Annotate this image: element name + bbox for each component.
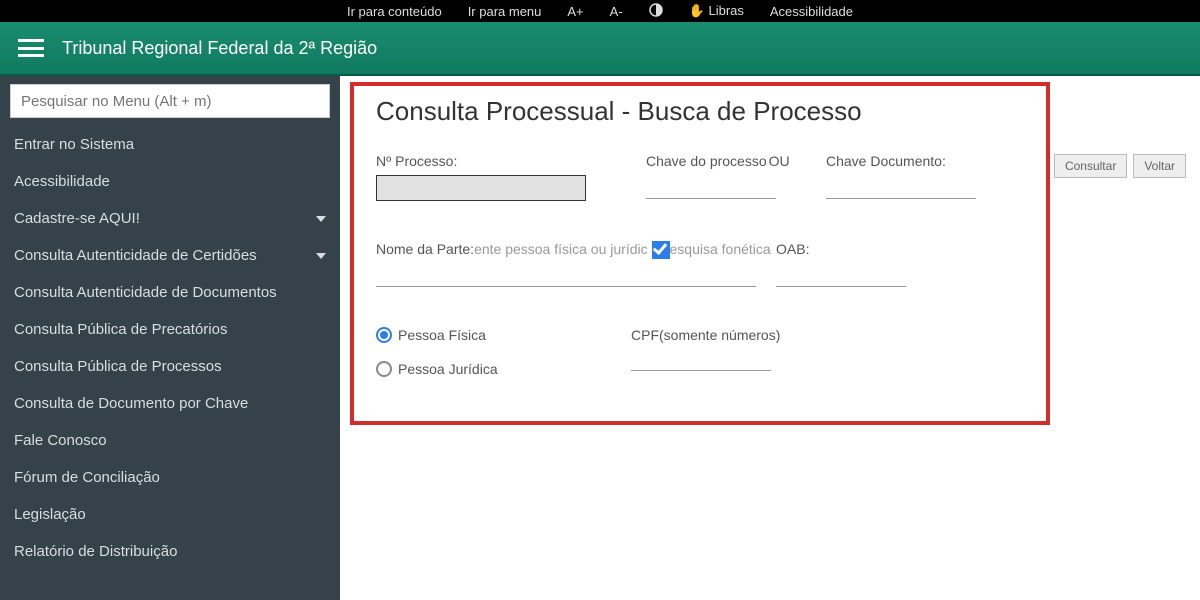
sidebar-item-label: Consulta Autenticidade de Documentos xyxy=(14,284,277,301)
pessoa-fisica-label: Pessoa Física xyxy=(398,327,486,343)
sidebar-item-label: Cadastre-se AQUI! xyxy=(14,210,140,227)
sidebar-item-label: Entrar no Sistema xyxy=(14,136,134,153)
sidebar-item-label: Relatório de Distribuição xyxy=(14,543,177,560)
voltar-button[interactable]: Voltar xyxy=(1133,154,1186,178)
pesquisa-fonetica-checkbox[interactable] xyxy=(652,241,670,259)
sidebar-item-precatorios[interactable]: Consulta Pública de Precatórios xyxy=(0,311,340,348)
sidebar-item-doc-chave[interactable]: Consulta de Documento por Chave xyxy=(0,385,340,422)
sidebar-item-fale-conosco[interactable]: Fale Conosco xyxy=(0,422,340,459)
sidebar-item-label: Fórum de Conciliação xyxy=(14,469,160,486)
chave-processo-input[interactable] xyxy=(646,175,776,199)
contrast-icon[interactable] xyxy=(649,3,663,20)
sidebar-item-entrar[interactable]: Entrar no Sistema xyxy=(0,126,340,163)
sidebar-item-relatorio[interactable]: Relatório de Distribuição xyxy=(0,533,340,570)
sidebar-item-cert-autent[interactable]: Consulta Autenticidade de Certidões xyxy=(0,237,340,274)
site-header: Tribunal Regional Federal da 2ª Região xyxy=(0,22,1200,76)
sidebar-item-label: Consulta Autenticidade de Certidões xyxy=(14,247,257,264)
font-increase-button[interactable]: A+ xyxy=(567,4,583,19)
pessoa-juridica-label: Pessoa Jurídica xyxy=(398,361,498,377)
chevron-down-icon xyxy=(316,216,326,222)
skip-to-menu-link[interactable]: Ir para menu xyxy=(468,4,542,19)
oab-input[interactable] xyxy=(776,263,906,287)
font-decrease-button[interactable]: A- xyxy=(610,4,623,19)
page-title: Consulta Processual - Busca de Processo xyxy=(376,96,1024,127)
consultar-button[interactable]: Consultar xyxy=(1054,154,1127,178)
sidebar-item-label: Consulta Pública de Precatórios xyxy=(14,321,227,338)
chave-processo-label: Chave do processoOU xyxy=(646,153,796,169)
sidebar-item-processos[interactable]: Consulta Pública de Processos xyxy=(0,348,340,385)
sidebar-item-label: Consulta de Documento por Chave xyxy=(14,395,248,412)
oab-label: OAB: xyxy=(776,241,809,257)
cpf-label: CPF(somente números) xyxy=(631,327,780,343)
libras-link[interactable]: ✋ Libras xyxy=(689,3,744,20)
menu-toggle-icon[interactable] xyxy=(18,39,44,57)
accessibility-link[interactable]: Acessibilidade xyxy=(770,4,853,19)
libras-icon: ✋ xyxy=(689,3,705,19)
sidebar-item-legislacao[interactable]: Legislação xyxy=(0,496,340,533)
sidebar-item-label: Legislação xyxy=(14,506,86,523)
skip-to-content-link[interactable]: Ir para conteúdo xyxy=(347,4,442,19)
processo-label: Nº Processo: xyxy=(376,153,596,169)
sidebar: Entrar no Sistema Acessibilidade Cadastr… xyxy=(0,76,340,600)
processo-input[interactable] xyxy=(376,175,586,201)
nome-parte-label: Nome da Parte:ente pessoa física ou jurí… xyxy=(376,241,1024,259)
chevron-down-icon xyxy=(316,253,326,259)
pessoa-fisica-radio[interactable] xyxy=(376,327,392,343)
sidebar-item-doc-autent[interactable]: Consulta Autenticidade de Documentos xyxy=(0,274,340,311)
site-title: Tribunal Regional Federal da 2ª Região xyxy=(62,38,377,59)
menu-search-input[interactable] xyxy=(10,84,330,118)
sidebar-item-label: Consulta Pública de Processos xyxy=(14,358,222,375)
sidebar-item-forum[interactable]: Fórum de Conciliação xyxy=(0,459,340,496)
sidebar-item-cadastre[interactable]: Cadastre-se AQUI! xyxy=(0,200,340,237)
sidebar-item-acessibilidade[interactable]: Acessibilidade xyxy=(0,163,340,200)
search-form-highlight: Consulta Processual - Busca de Processo … xyxy=(350,82,1050,425)
accessibility-bar: Ir para conteúdo Ir para menu A+ A- ✋ Li… xyxy=(0,0,1200,22)
cpf-input[interactable] xyxy=(631,347,771,371)
action-buttons: Consultar Voltar xyxy=(1054,154,1186,178)
chave-documento-label: Chave Documento: xyxy=(826,153,986,169)
sidebar-item-label: Acessibilidade xyxy=(14,173,110,190)
main-content: Consulta Processual - Busca de Processo … xyxy=(340,76,1200,600)
nome-parte-input[interactable] xyxy=(376,263,756,287)
chave-documento-input[interactable] xyxy=(826,175,976,199)
sidebar-item-label: Fale Conosco xyxy=(14,432,107,449)
pessoa-juridica-radio[interactable] xyxy=(376,361,392,377)
